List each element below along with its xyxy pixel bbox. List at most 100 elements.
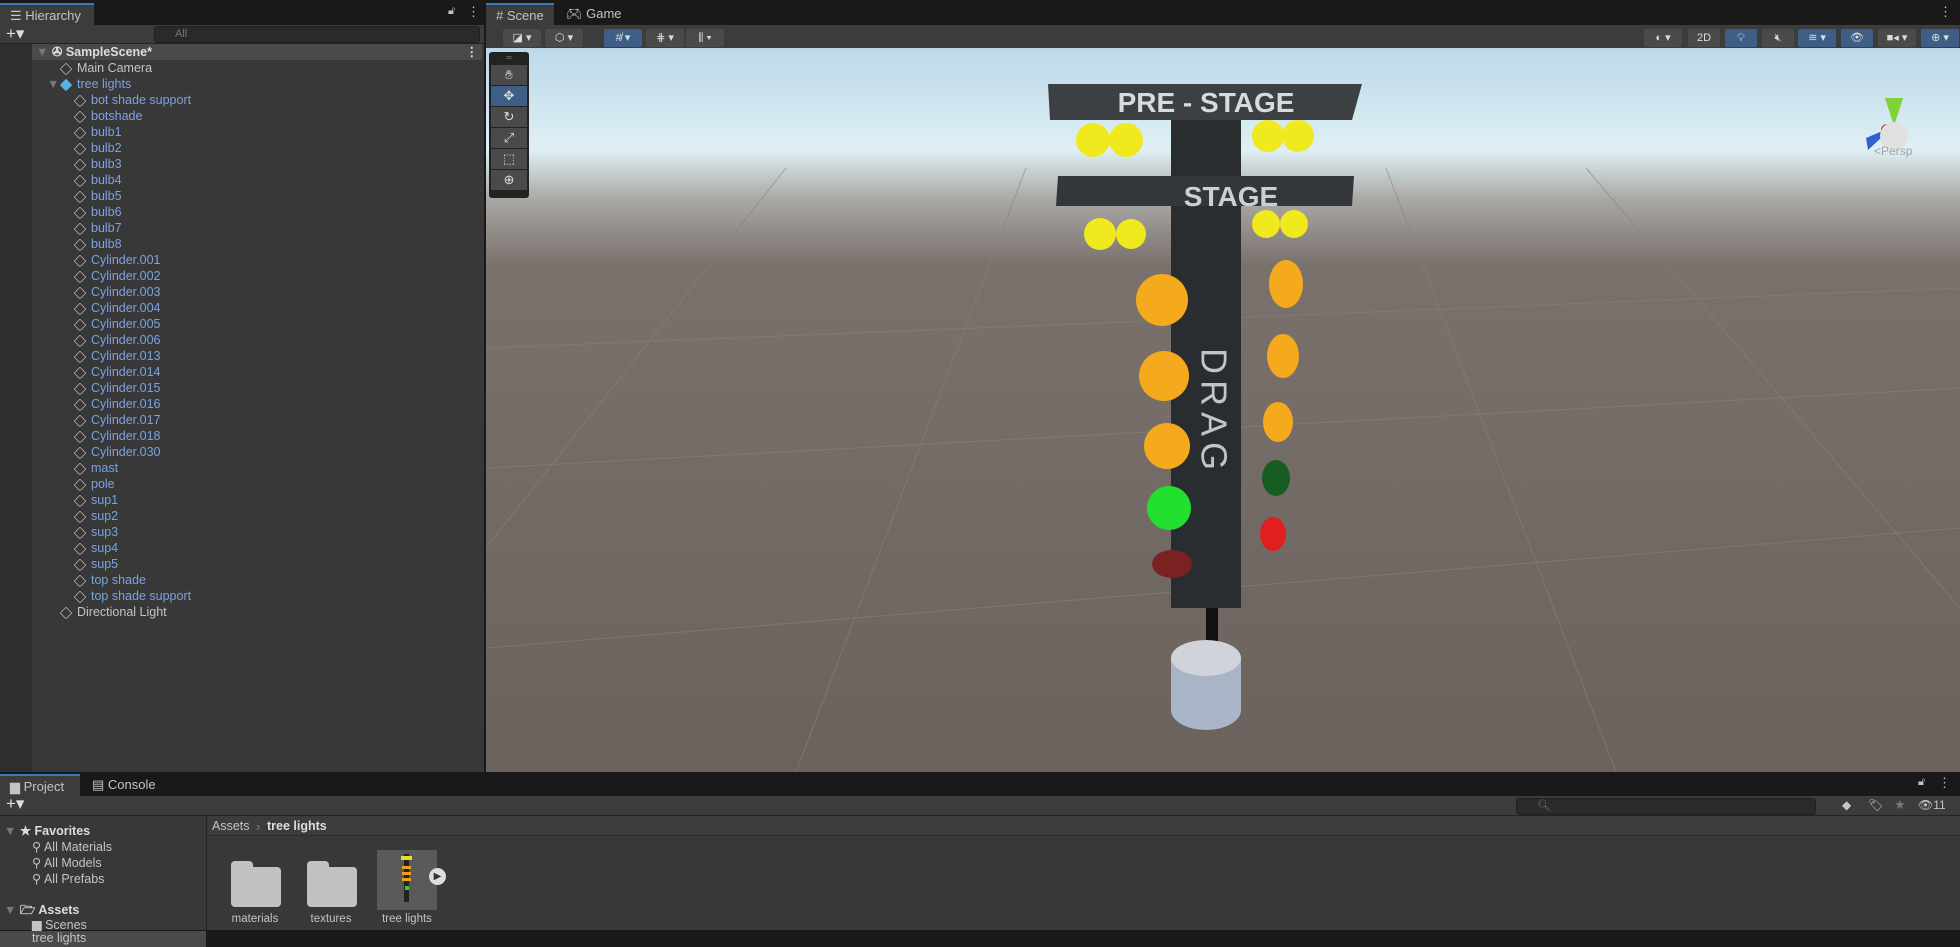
shading-mode-button[interactable]: ◐ ▾ <box>1644 29 1682 47</box>
hierarchy-item[interactable]: bulb7 <box>0 220 122 236</box>
gameobject-cube-icon <box>73 334 87 348</box>
tab-game[interactable]: 🎮︎ Game <box>556 3 632 25</box>
project-search-input[interactable]: 🔍︎ <box>1516 798 1816 815</box>
hierarchy-item[interactable]: bulb6 <box>0 204 122 220</box>
breadcrumb-tree-lights[interactable]: tree lights <box>267 819 327 833</box>
grid-snap-button[interactable]: #̸ ▾ <box>604 29 642 47</box>
hierarchy-item[interactable]: top shade <box>0 572 146 588</box>
hidden-objects-icon[interactable]: 👁︎ <box>1841 29 1873 47</box>
gizmos-button[interactable]: ⊕ ▾ <box>1921 29 1959 47</box>
favorite-star-icon[interactable]: ★ <box>1894 797 1906 813</box>
lock-icon[interactable]: 🔓︎ <box>1918 776 1925 789</box>
hierarchy-item[interactable]: sup5 <box>0 556 118 572</box>
snap-increment-button[interactable]: ⋕ ▾ <box>646 29 684 47</box>
hierarchy-item[interactable]: Cylinder.002 <box>0 268 161 284</box>
hierarchy-item-label: Cylinder.002 <box>91 269 161 283</box>
create-button[interactable]: +▾ <box>6 794 24 814</box>
render-mode-button[interactable]: ⬡ ▾ <box>545 29 583 47</box>
search-by-label-icon[interactable]: 🏷︎ <box>1868 798 1883 812</box>
hand-tool-icon[interactable]: ✋︎ <box>491 65 527 85</box>
tab-hierarchy[interactable]: ☰ Hierarchy <box>0 3 94 25</box>
more-menu-icon[interactable]: ⋮ <box>1938 775 1951 791</box>
more-menu-icon[interactable]: ⋮ <box>1939 4 1952 20</box>
hierarchy-item[interactable]: sup3 <box>0 524 118 540</box>
expand-prefab-play-icon[interactable]: ▶ <box>429 868 446 885</box>
scene-root-row[interactable]: ▼ ✇ SampleScene* ⋮ <box>32 44 482 60</box>
hidden-packages-icon[interactable]: 👁︎11 <box>1918 798 1946 812</box>
favorites-header[interactable]: ▼ ★ Favorites <box>4 823 90 838</box>
breadcrumb-assets[interactable]: Assets <box>212 819 250 833</box>
expand-arrow-icon[interactable]: ▼ <box>47 76 59 92</box>
tab-project[interactable]: ▆ Project <box>0 774 80 796</box>
add-button[interactable]: +▾ <box>6 24 24 44</box>
hierarchy-item[interactable]: Cylinder.003 <box>0 284 161 300</box>
grid-increment-button[interactable]: ⫼ ▾ <box>686 29 724 47</box>
hierarchy-item[interactable]: mast <box>0 460 118 476</box>
hierarchy-item[interactable]: Cylinder.013 <box>0 348 161 364</box>
more-menu-icon[interactable]: ⋮ <box>467 4 480 20</box>
hierarchy-item[interactable]: sup4 <box>0 540 118 556</box>
hierarchy-item[interactable]: Directional Light <box>0 604 167 620</box>
hierarchy-item[interactable]: bulb3 <box>0 156 122 172</box>
hierarchy-item[interactable]: bulb1 <box>0 124 122 140</box>
hierarchy-item-label: Cylinder.014 <box>91 365 161 379</box>
hierarchy-item-label: top shade support <box>91 589 192 603</box>
hierarchy-item-label: Cylinder.004 <box>91 301 161 315</box>
camera-settings-button[interactable]: ■◂ ▾ <box>1878 29 1916 47</box>
expand-arrow-icon[interactable]: ▼ <box>36 45 48 59</box>
hierarchy-item[interactable]: Cylinder.016 <box>0 396 161 412</box>
hierarchy-item[interactable]: Cylinder.017 <box>0 412 161 428</box>
hierarchy-item[interactable]: Cylinder.001 <box>0 252 161 268</box>
hierarchy-item[interactable]: Cylinder.005 <box>0 316 161 332</box>
lighting-toggle-icon[interactable]: 💡︎ <box>1725 29 1757 47</box>
prefab-tree-lights-thumbnail[interactable] <box>377 850 437 910</box>
rotate-tool-icon[interactable]: ↻ <box>491 107 527 127</box>
move-tool-icon[interactable]: ✥ <box>491 86 527 106</box>
hierarchy-item[interactable]: sup1 <box>0 492 118 508</box>
hierarchy-item[interactable]: bot shade support <box>0 92 191 108</box>
hierarchy-item[interactable]: bulb8 <box>0 236 122 252</box>
lock-icon[interactable]: 🔓︎ <box>448 5 455 18</box>
favorite-all-prefabs[interactable]: ⚲ All Prefabs <box>32 871 104 886</box>
hierarchy-search-input[interactable]: All <box>154 26 480 43</box>
hierarchy-item[interactable]: ▼ tree lights <box>0 76 131 92</box>
hierarchy-item[interactable]: bulb2 <box>0 140 122 156</box>
tools-overlay: ═ ✋︎ ✥ ↻ ⤢ ⬚ ⊕ <box>489 52 529 198</box>
hierarchy-item[interactable]: Main Camera <box>0 60 152 76</box>
rect-tool-icon[interactable]: ⬚ <box>491 149 527 169</box>
draw-mode-button[interactable]: ◪ ▾ <box>503 29 541 47</box>
hierarchy-item[interactable]: sup2 <box>0 508 118 524</box>
hierarchy-item-label: Cylinder.030 <box>91 445 161 459</box>
hierarchy-item[interactable]: Cylinder.006 <box>0 332 161 348</box>
tab-scene[interactable]: # Scene <box>486 3 554 25</box>
hierarchy-item[interactable]: bulb5 <box>0 188 122 204</box>
scene-3d-render: PRE - STAGE STAGE DRAG <box>486 84 1960 772</box>
effects-button[interactable]: ≋ ▾ <box>1798 29 1836 47</box>
toggle-2d-button[interactable]: 2D <box>1688 29 1720 47</box>
folder-textures-icon[interactable] <box>307 861 357 907</box>
folder-tree-lights[interactable]: tree lights <box>0 931 206 947</box>
search-by-type-icon[interactable]: ◆ <box>1842 798 1851 812</box>
orientation-gizmo[interactable] <box>1866 98 1908 150</box>
scene-viewport[interactable]: PRE - STAGE STAGE DRAG <Persp ═ ✋︎ ✥ ↻ ⤢… <box>486 48 1960 772</box>
hierarchy-item[interactable]: Cylinder.004 <box>0 300 161 316</box>
audio-toggle-icon[interactable]: 🔇︎ <box>1762 29 1794 47</box>
hierarchy-item[interactable]: Cylinder.015 <box>0 380 161 396</box>
hierarchy-item[interactable]: botshade <box>0 108 142 124</box>
hierarchy-item[interactable]: pole <box>0 476 115 492</box>
favorite-all-materials[interactable]: ⚲ All Materials <box>32 839 112 854</box>
hierarchy-item[interactable]: top shade support <box>0 588 191 604</box>
favorite-all-models[interactable]: ⚲ All Models <box>32 855 102 870</box>
open-folder-icon: 🗁 <box>19 903 36 917</box>
transform-tool-icon[interactable]: ⊕ <box>491 170 527 190</box>
tab-console[interactable]: ▤ Console <box>82 774 166 796</box>
persp-label[interactable]: <Persp <box>1874 144 1912 158</box>
folder-materials-icon[interactable] <box>231 861 281 907</box>
hierarchy-item[interactable]: Cylinder.030 <box>0 444 161 460</box>
scene-menu-icon[interactable]: ⋮ <box>466 44 479 60</box>
gameobject-cube-icon <box>73 574 87 588</box>
hierarchy-item[interactable]: Cylinder.018 <box>0 428 161 444</box>
scale-tool-icon[interactable]: ⤢ <box>491 128 527 148</box>
hierarchy-item[interactable]: bulb4 <box>0 172 122 188</box>
hierarchy-item[interactable]: Cylinder.014 <box>0 364 161 380</box>
